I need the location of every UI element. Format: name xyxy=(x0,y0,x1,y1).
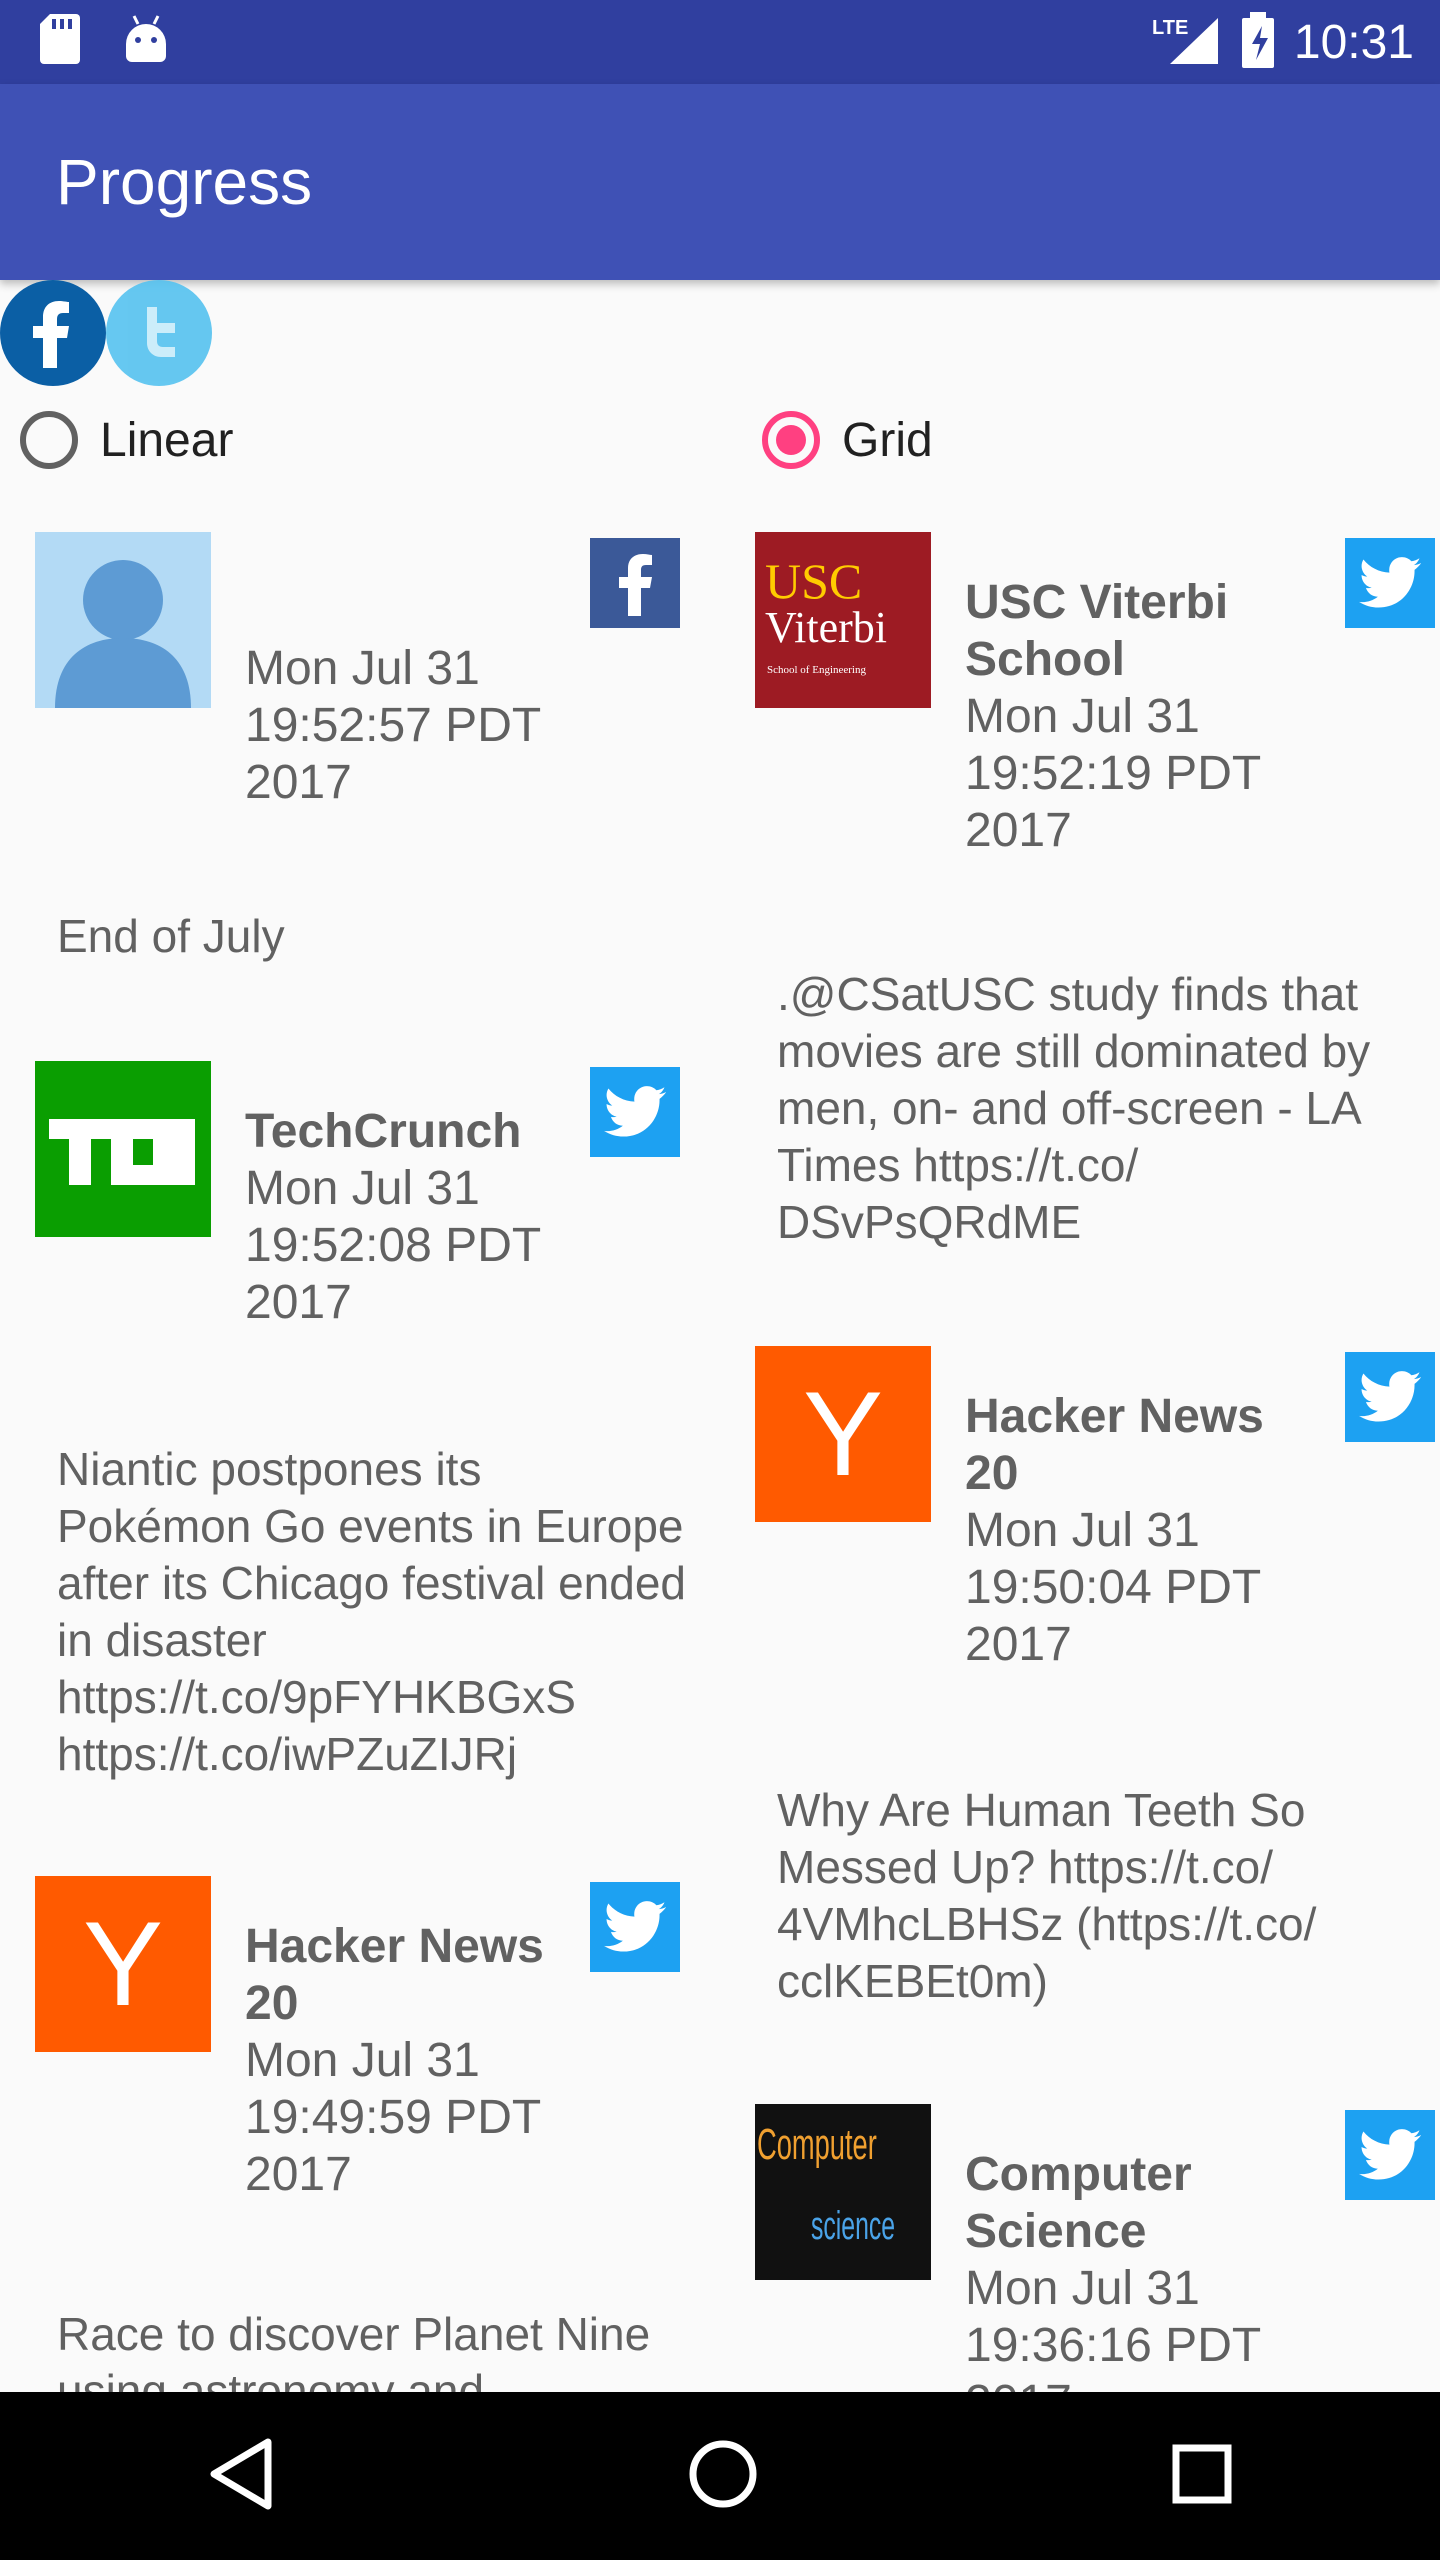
feed-card[interactable]: USC Viterbi School of Engineering USC Vi… xyxy=(755,532,1435,1272)
linear-radio-button[interactable] xyxy=(20,411,78,469)
feed-card[interactable]: Y Hacker News 20 Mon Jul 31 19:49:59 PDT… xyxy=(35,1876,715,2417)
science-logo-text: science xyxy=(811,2204,896,2248)
computer-logo-text: Computer xyxy=(757,2120,877,2169)
twitter-badge-icon xyxy=(590,1067,680,1157)
techcrunch-logo xyxy=(35,1061,211,1237)
home-icon[interactable] xyxy=(687,2438,759,2515)
post-message: .@CSatUSC study finds that movies are st… xyxy=(777,968,1371,1248)
ycombinator-logo: Y xyxy=(35,1876,211,2052)
post-date: Mon Jul 31 19:52:19 PDT 2017 xyxy=(965,690,1261,857)
twitter-badge-icon xyxy=(1345,1352,1435,1442)
twitter-icon[interactable] xyxy=(106,280,212,386)
author-name: USC Viterbi School xyxy=(965,576,1229,686)
grid-radio-button[interactable] xyxy=(762,411,820,469)
facebook-icon[interactable] xyxy=(0,280,106,386)
facebook-badge-icon xyxy=(590,538,680,628)
status-bar: LTE 10:31 xyxy=(0,0,1440,84)
feed-card[interactable]: Computer science Computer Science Mon Ju… xyxy=(755,2104,1435,2392)
twitter-badge-icon xyxy=(590,1882,680,1972)
post-info: Computer Science Mon Jul 31 19:36:16 PDT… xyxy=(965,2146,1325,2392)
post-date: Mon Jul 31 19:52:08 PDT 2017 xyxy=(245,1162,541,1329)
recents-icon[interactable] xyxy=(1170,2442,1234,2511)
post-date: Mon Jul 31 19:52:57 PDT 2017 xyxy=(245,642,541,809)
post-info: Mon Jul 31 19:52:57 PDT 2017 xyxy=(245,640,605,811)
viterbi-logo-text: Viterbi xyxy=(765,603,887,652)
post-date: Mon Jul 31 19:49:59 PDT 2017 xyxy=(245,2034,541,2201)
social-filter-row xyxy=(0,280,212,386)
post-message: Why Are Human Teeth So Messed Up? https:… xyxy=(777,1784,1317,2007)
usc-viterbi-logo: USC Viterbi School of Engineering xyxy=(755,532,931,708)
page-title: Progress xyxy=(56,146,313,218)
usc-logo-text: USC xyxy=(765,553,863,609)
author-name: Hacker News 20 xyxy=(245,1920,544,2030)
ycombinator-letter: Y xyxy=(82,1897,164,2031)
android-icon xyxy=(124,14,168,69)
post-message: End of July xyxy=(57,910,285,962)
post-info: TechCrunch Mon Jul 31 19:52:08 PDT 2017 xyxy=(245,1103,605,1331)
sd-card-icon xyxy=(40,14,80,69)
grid-radio-label: Grid xyxy=(842,413,933,467)
post-date: Mon Jul 31 19:50:04 PDT 2017 xyxy=(965,1504,1261,1671)
post-info: Hacker News 20 Mon Jul 31 19:50:04 PDT 2… xyxy=(965,1388,1325,1673)
computer-science-logo: Computer science xyxy=(755,2104,931,2280)
school-logo-text: School of Engineering xyxy=(767,664,866,676)
lte-signal-icon: LTE xyxy=(1152,12,1222,73)
feed-card[interactable]: TechCrunch Mon Jul 31 19:52:08 PDT 2017 … xyxy=(35,1061,715,1801)
twitter-badge-icon xyxy=(1345,538,1435,628)
battery-icon xyxy=(1240,11,1276,73)
navigation-bar xyxy=(0,2392,1440,2560)
twitter-badge-icon xyxy=(1345,2110,1435,2200)
feed-card[interactable]: Mon Jul 31 19:52:57 PDT 2017 End of July xyxy=(35,532,715,972)
author-name: Hacker News 20 xyxy=(965,1390,1264,1500)
ycombinator-logo: Y xyxy=(755,1346,931,1522)
author-name: Computer Science xyxy=(965,2148,1192,2258)
feed-card[interactable]: Y Hacker News 20 Mon Jul 31 19:50:04 PDT… xyxy=(755,1346,1435,2026)
linear-radio-option[interactable]: Linear xyxy=(20,400,233,480)
post-date: Mon Jul 31 19:36:16 PDT 2017 xyxy=(965,2262,1261,2392)
app-bar: Progress xyxy=(0,84,1440,280)
back-icon[interactable] xyxy=(206,2436,276,2517)
post-info: USC Viterbi School Mon Jul 31 19:52:19 P… xyxy=(965,574,1325,859)
clock: 10:31 xyxy=(1293,15,1414,69)
post-message: Niantic postpones its Pokémon Go events … xyxy=(57,1443,687,1780)
default-avatar-image xyxy=(35,532,211,708)
author-name: TechCrunch xyxy=(245,1105,522,1158)
post-info: Hacker News 20 Mon Jul 31 19:49:59 PDT 2… xyxy=(245,1918,605,2203)
svg-text:LTE: LTE xyxy=(1152,17,1188,39)
ycombinator-letter: Y xyxy=(802,1367,884,1501)
grid-radio-option[interactable]: Grid xyxy=(762,400,933,480)
linear-radio-label: Linear xyxy=(100,413,234,467)
